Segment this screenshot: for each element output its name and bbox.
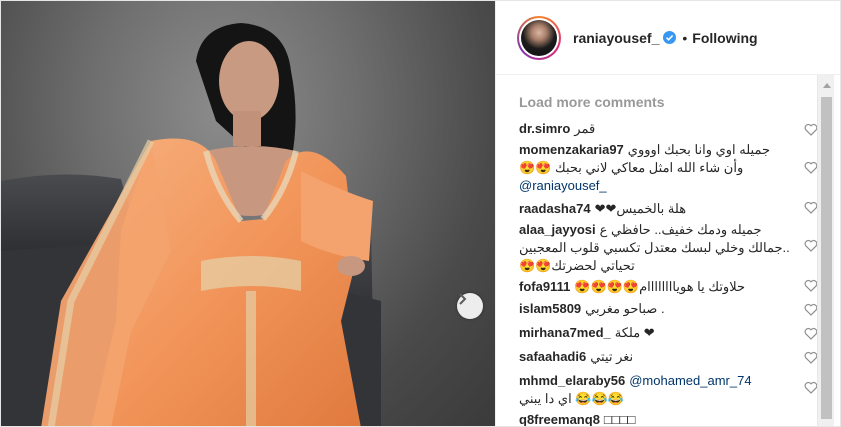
comments-scrollbar[interactable] <box>817 75 834 426</box>
woman-in-orange-kaftan-image <box>1 23 381 426</box>
comment-text-continued: اي دا يبني 😂😂😂 <box>519 391 624 406</box>
scrollbar-thumb[interactable] <box>821 97 832 419</box>
comment: fofa9111 😍😍😍😍حلاوتك يا هوياااااااام <box>519 278 809 296</box>
comment-username[interactable]: momenzakaria97 <box>519 142 624 157</box>
heart-outline-icon[interactable] <box>804 327 818 340</box>
comment-mention[interactable]: @raniayousef_ <box>519 177 809 195</box>
comment-username[interactable]: fofa9111 <box>519 279 570 294</box>
heart-outline-icon[interactable] <box>804 161 818 174</box>
profile-picture <box>521 19 557 56</box>
post-header: raniayousef_ • Following <box>496 1 840 75</box>
comment-text: جميله اوي وانا بحبك اوووي <box>627 142 771 157</box>
scroll-up-arrow-icon[interactable] <box>823 83 831 88</box>
comment: q8freemanq8 □□□□ <box>519 411 809 427</box>
heart-outline-icon[interactable] <box>804 123 818 136</box>
heart-outline-icon[interactable] <box>804 381 818 394</box>
comment: momenzakaria97 جميله اوي وانا بحبك اوووي … <box>519 141 809 195</box>
comment: alaa_jayyosi جميله ودمك خفيف.. حافظي ع جم… <box>519 221 809 275</box>
comment-username[interactable]: mirhana7med_ <box>519 325 611 340</box>
comment: safaahadi6 نغر تيتي <box>519 348 809 366</box>
comment-text-continued: جمالك وخلي لبسك معتدل تكسبي قلوب المعجبي… <box>519 240 790 255</box>
comment-text-continued: 😍😍تحياتي لحضرتك <box>519 258 635 273</box>
avatar[interactable] <box>517 15 561 60</box>
heart-outline-icon[interactable] <box>804 279 818 292</box>
comment-username[interactable]: safaahadi6 <box>519 349 586 364</box>
heart-outline-icon[interactable] <box>804 351 818 364</box>
comment-text: نغر تيتي <box>590 349 634 364</box>
post-sidebar: raniayousef_ • Following Load more comme… <box>495 1 840 426</box>
comment-username[interactable]: dr.simro <box>519 121 570 136</box>
comment-username[interactable]: alaa_jayyosi <box>519 222 596 237</box>
username-link[interactable]: raniayousef_ <box>573 30 659 46</box>
comment-username[interactable]: q8freemanq8 <box>519 412 600 426</box>
comment-username[interactable]: mhmd_elaraby56 <box>519 373 625 388</box>
comment: islam5809 صباحو مغربي . <box>519 300 809 318</box>
comment-username[interactable]: raadasha74 <box>519 201 591 216</box>
comment: mhmd_elaraby56 @mohamed_amr_74 اي دا يبني… <box>519 372 809 408</box>
next-photo-button[interactable] <box>457 293 483 319</box>
separator-dot: • <box>682 29 688 46</box>
following-button[interactable]: Following <box>692 30 757 46</box>
comment-text: قمر <box>574 121 596 136</box>
post-photo[interactable] <box>1 1 495 426</box>
instagram-post: raniayousef_ • Following Load more comme… <box>0 0 841 427</box>
heart-outline-icon[interactable] <box>804 201 818 214</box>
comment-text: صباحو مغربي . <box>585 301 665 316</box>
comment: dr.simro قمر <box>519 120 809 138</box>
comment: mirhana7med_ ملكة ❤ <box>519 324 809 342</box>
comment-text: جميله ودمك خفيف.. حافظي ع <box>599 222 762 237</box>
comment-username[interactable]: islam5809 <box>519 301 581 316</box>
comments-list: Load more comments dr.simro قمر momenzaka… <box>519 91 819 426</box>
comment-text: 😍😍😍😍حلاوتك يا هوياااااااام <box>574 279 746 294</box>
verified-badge-icon <box>663 31 677 44</box>
comment: raadasha74 ❤❤هلة بالخميس <box>519 200 809 218</box>
heart-outline-icon[interactable] <box>804 303 818 316</box>
comment-text: ملكة ❤ <box>614 325 655 340</box>
chevron-right-icon <box>459 293 467 305</box>
comment-mention[interactable]: @mohamed_amr_74 <box>629 373 751 388</box>
comment-text-continued: 😍😍 وأن شاء الله امثل معاكي لاني بحبك <box>519 160 744 175</box>
comment-text: □□□□ <box>603 412 636 427</box>
load-more-comments-link[interactable]: Load more comments <box>519 91 819 113</box>
comment-text: ❤❤هلة بالخميس <box>594 201 687 216</box>
heart-outline-icon[interactable] <box>804 239 818 252</box>
